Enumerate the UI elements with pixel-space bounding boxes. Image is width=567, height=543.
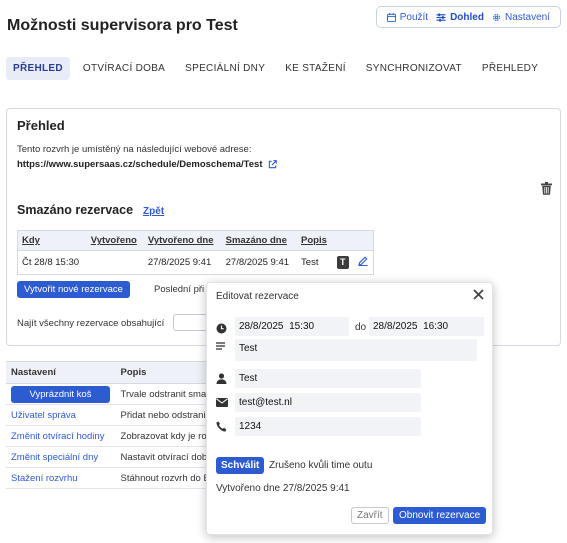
phone-value: 1234 <box>239 421 262 432</box>
download-schedule-link[interactable]: Stažení rozvrhu <box>6 467 116 489</box>
email-value: test@test.nl <box>239 397 292 408</box>
cell-tag: T <box>333 251 354 275</box>
settings-row: Stažení rozvrhu Stáhnout rozvrh do E <box>6 467 206 489</box>
cell-when: Čt 28/8 15:30 <box>22 257 80 268</box>
name-field[interactable]: Test <box>235 369 421 388</box>
settings-row: Uživatel správa Přidat nebo odstrani <box>6 404 206 426</box>
use-label: Použít <box>399 11 429 23</box>
settings-desc: Zobrazovat kdy je ro <box>115 425 206 447</box>
dialog-title: Editovat rezervace <box>216 291 299 302</box>
cell-created-on: 27/8/2025 9:41 <box>147 257 212 268</box>
tab-synchronize[interactable]: SYNCHRONIZOVAT <box>359 57 469 80</box>
cancellation-status: Zrušeno kvůli time outu <box>269 460 373 471</box>
col-created-by[interactable]: Vytvořeno <box>86 230 144 251</box>
find-reservations-label: Najít všechny rezervace obsahující <box>17 318 165 329</box>
user-icon <box>216 373 227 384</box>
settings-col-setting: Nastavení <box>6 361 116 384</box>
sliders-icon <box>436 12 446 22</box>
tab-overview[interactable]: PŘEHLED <box>6 56 70 80</box>
settings-desc: Trvale odstranit sma <box>115 383 206 405</box>
name-value: Test <box>239 373 258 384</box>
edit-icon[interactable] <box>358 256 368 266</box>
created-info: Vytvořeno dne 27/8/2025 9:41 <box>216 483 350 494</box>
change-special-days-link[interactable]: Změnit speciální dny <box>6 446 116 468</box>
settings-action: Vyprázdnit koš <box>6 383 116 405</box>
change-opening-hours-link[interactable]: Změnit otvírací hodiny <box>6 425 116 447</box>
tab-download[interactable]: KE STAŽENÍ <box>278 57 353 80</box>
calendar-icon <box>386 12 396 22</box>
approve-button[interactable]: Schválit <box>216 457 265 474</box>
settings-row: Změnit speciální dny Nastavit otvírací d… <box>6 446 206 468</box>
cell-deleted-on: 27/8/2025 9:41 <box>225 257 290 268</box>
close-button[interactable]: Zavřít <box>351 507 389 524</box>
deleted-section-title: Smazáno rezervace Zpět <box>17 203 164 217</box>
tab-bar: PŘEHLED OTVÍRACÍ DOBA SPECIÁLNÍ DNY KE S… <box>6 56 551 80</box>
back-link[interactable]: Zpět <box>143 206 164 217</box>
restore-reservation-button[interactable]: Obnovit rezervace <box>393 507 487 524</box>
tab-reports[interactable]: PŘEHLEDY <box>475 57 545 80</box>
top-actions-group: Použít Dohled Nastavení <box>375 6 561 28</box>
cell-edit <box>354 251 374 275</box>
close-icon[interactable] <box>473 289 484 300</box>
end-datetime-field[interactable]: 28/8/2025 16:30 <box>369 317 484 336</box>
cell-created-by <box>87 251 144 275</box>
trash-icon[interactable] <box>541 182 552 195</box>
col-edit <box>353 230 374 251</box>
overview-title: Přehled <box>17 118 65 133</box>
description-value: Test <box>239 343 258 354</box>
supervise-button[interactable]: Dohled <box>436 12 484 23</box>
settings-desc: Nastavit otvírací dob <box>115 446 206 468</box>
edit-reservation-dialog: Editovat rezervace 28/8/2025 15:30 do 28… <box>206 282 493 535</box>
tab-special-days[interactable]: SPECIÁLNÍ DNY <box>178 57 272 80</box>
text-lines-icon <box>216 342 225 350</box>
col-created-on[interactable]: Vytvořeno dne <box>143 230 222 251</box>
col-description[interactable]: Popis <box>297 230 333 251</box>
to-label: do <box>355 322 367 333</box>
deleted-reservations-table: Kdy Vytvořeno Vytvořeno dne Smazáno dne … <box>17 230 374 275</box>
start-datetime-field[interactable]: 28/8/2025 15:30 <box>235 317 349 336</box>
empty-trash-button[interactable]: Vyprázdnit koš <box>11 385 110 403</box>
settings-col-description: Popis <box>115 361 206 384</box>
description-textarea[interactable]: Test <box>235 339 477 361</box>
settings-table: Nastavení Popis Vyprázdnit koš Trvale od… <box>6 361 206 489</box>
email-field[interactable]: test@test.nl <box>235 393 421 412</box>
gear-icon <box>493 13 500 21</box>
settings-header-row: Nastavení Popis <box>6 361 206 384</box>
start-time: 15:30 <box>289 321 315 332</box>
settings-row: Změnit otvírací hodiny Zobrazovat kdy je… <box>6 425 206 447</box>
tab-opening-hours[interactable]: OTVÍRACÍ DOBA <box>76 57 172 80</box>
table-row[interactable]: Čt 28/8 15:30 27/8/2025 9:41 27/8/2025 9… <box>18 251 374 275</box>
start-date: 28/8/2025 <box>239 321 284 332</box>
settings-button[interactable]: Nastavení <box>492 12 550 23</box>
col-when[interactable]: Kdy <box>17 230 87 251</box>
settings-desc: Přidat nebo odstrani <box>115 404 206 426</box>
external-link-icon[interactable] <box>268 160 277 169</box>
cell-description: Test <box>301 257 319 268</box>
last-changes-label: Poslední při <box>154 284 205 295</box>
use-schedule-button[interactable]: Použít <box>386 11 429 23</box>
overview-description: Tento rozvrh je umístěný na následující … <box>17 144 252 155</box>
clock-icon <box>216 323 227 334</box>
user-management-link[interactable]: Uživatel správa <box>6 404 116 426</box>
col-actions <box>332 230 354 251</box>
page-title: Možnosti supervisora pro Test <box>7 17 238 34</box>
phone-field[interactable]: 1234 <box>235 417 421 436</box>
end-date: 28/8/2025 <box>373 321 418 332</box>
col-deleted-on[interactable]: Smazáno dne <box>221 230 298 251</box>
settings-desc: Stáhnout rozvrh do E <box>115 467 206 489</box>
envelope-icon <box>216 398 228 407</box>
settings-label: Nastavení <box>504 11 550 23</box>
text-badge: T <box>336 256 349 269</box>
phone-icon <box>216 421 227 432</box>
table-header-row: Kdy Vytvořeno Vytvořeno dne Smazáno dne … <box>17 230 374 251</box>
schedule-url[interactable]: https://www.supersaas.cz/schedule/Demosc… <box>17 159 277 170</box>
end-time: 16:30 <box>423 321 449 332</box>
deleted-title-text: Smazáno rezervace <box>17 203 134 217</box>
create-reservation-button[interactable]: Vytvořit nové rezervace <box>17 281 130 298</box>
supervise-label: Dohled <box>450 11 484 23</box>
settings-row: Vyprázdnit koš Trvale odstranit sma <box>6 383 206 405</box>
schedule-url-text: https://www.supersaas.cz/schedule/Demosc… <box>17 159 263 170</box>
